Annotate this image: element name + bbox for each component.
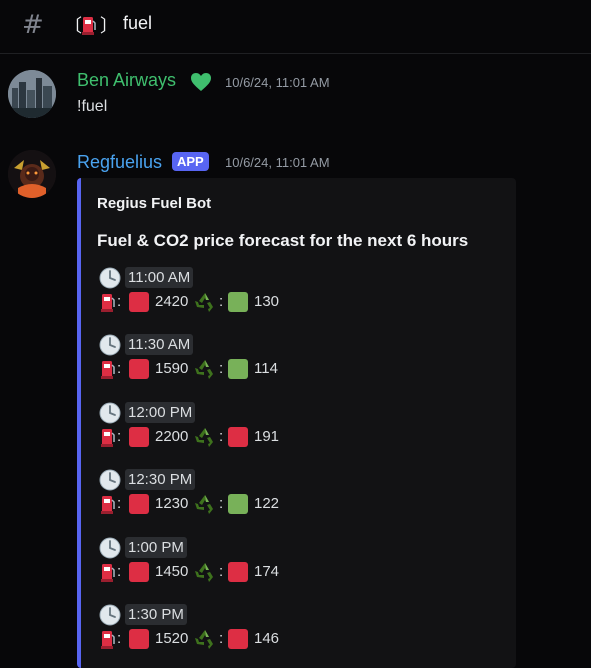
recycle-icon xyxy=(195,630,213,649)
co2-price: 146 xyxy=(254,630,280,647)
recycle-icon xyxy=(195,563,213,582)
clock-icon xyxy=(99,604,121,626)
bot-embed: Regius Fuel Bot Fuel & CO2 price forecas… xyxy=(77,178,516,668)
embed-title: Fuel & CO2 price forecast for the next 6… xyxy=(97,231,469,250)
colon-label: : xyxy=(117,293,122,310)
fuel-pump-icon xyxy=(101,564,115,582)
fuel-status-square xyxy=(129,292,149,312)
co2-price: 174 xyxy=(254,563,280,580)
timestamp-pill[interactable]: 11:30 AM xyxy=(125,334,194,355)
username[interactable]: Regfuelius xyxy=(77,152,162,173)
avatar[interactable] xyxy=(8,70,56,118)
timestamp-pill[interactable]: 1:00 PM xyxy=(125,537,187,558)
recycle-icon xyxy=(195,428,213,447)
colon-label: : xyxy=(219,428,224,445)
price-row: : 1450 : 174 xyxy=(97,561,497,583)
forecast-slot: 1:30 PM : 1520 : 146 xyxy=(97,604,497,650)
fuel-status-square xyxy=(129,629,149,649)
timestamp-pill[interactable]: 12:30 PM xyxy=(125,469,196,490)
co2-price: 122 xyxy=(254,495,280,512)
forecast-slot: 11:30 AM : 1590 : 114 xyxy=(97,334,497,380)
forecast-slot: 11:00 AM : 2420 : 130 xyxy=(97,267,497,313)
co2-status-square xyxy=(228,359,248,379)
fuel-price: 1520 xyxy=(155,630,189,647)
fuel-pump-icon xyxy=(101,496,115,514)
colon-label: : xyxy=(117,495,122,512)
colon-label: : xyxy=(219,563,224,580)
channel-bracket-close: 〕 xyxy=(100,16,118,36)
fuel-price: 1230 xyxy=(155,495,189,512)
price-row: : 2420 : 130 xyxy=(97,291,497,313)
timestamp-pill[interactable]: 12:00 PM xyxy=(125,402,196,423)
app-badge: APP xyxy=(172,152,209,171)
colon-label: : xyxy=(219,630,224,647)
clock-icon xyxy=(99,334,121,356)
colon-label: : xyxy=(117,630,122,647)
colon-label: : xyxy=(219,495,224,512)
clock-icon xyxy=(99,469,121,491)
hash-icon: # xyxy=(22,10,44,40)
fuel-status-square xyxy=(129,562,149,582)
timestamp-pill[interactable]: 1:30 PM xyxy=(125,604,187,625)
fuel-pump-icon xyxy=(101,631,115,649)
colon-label: : xyxy=(117,428,122,445)
co2-status-square xyxy=(228,562,248,582)
username[interactable]: Ben Airways xyxy=(77,70,176,91)
recycle-icon xyxy=(195,293,213,312)
clock-icon xyxy=(99,267,121,289)
colon-label: : xyxy=(117,360,122,377)
fuel-price: 2200 xyxy=(155,428,189,445)
recycle-icon xyxy=(195,495,213,514)
colon-label: : xyxy=(219,360,224,377)
channel-header: # 〔 〕 fuel xyxy=(0,0,591,54)
message-text: !fuel xyxy=(77,98,108,115)
avatar-image xyxy=(8,150,56,198)
fuel-pump-icon xyxy=(82,17,96,35)
price-row: : 1230 : 122 xyxy=(97,493,497,515)
fuel-pump-icon xyxy=(101,361,115,379)
green-heart-icon xyxy=(191,73,211,91)
price-row: : 1520 : 146 xyxy=(97,628,497,650)
clock-icon xyxy=(99,402,121,424)
co2-price: 191 xyxy=(254,428,280,445)
forecast-slot: 1:00 PM : 1450 : 174 xyxy=(97,537,497,583)
co2-price: 130 xyxy=(254,293,280,310)
message-timestamp[interactable]: 10/6/24, 11:01 AM xyxy=(225,75,330,90)
price-row: : 2200 : 191 xyxy=(97,426,497,448)
co2-price: 114 xyxy=(254,360,278,377)
co2-status-square xyxy=(228,292,248,312)
message-timestamp[interactable]: 10/6/24, 11:01 AM xyxy=(225,155,330,170)
co2-status-square xyxy=(228,427,248,447)
fuel-status-square xyxy=(129,494,149,514)
co2-status-square xyxy=(228,494,248,514)
channel-name: fuel xyxy=(123,13,153,33)
fuel-pump-icon xyxy=(101,429,115,447)
fuel-status-square xyxy=(129,427,149,447)
forecast-slot: 12:00 PM : 2200 : 191 xyxy=(97,402,497,448)
fuel-status-square xyxy=(129,359,149,379)
price-row: : 1590 : 114 xyxy=(97,358,497,380)
fuel-pump-icon xyxy=(101,294,115,312)
timestamp-pill[interactable]: 11:00 AM xyxy=(125,267,194,288)
fuel-price: 1590 xyxy=(155,360,189,377)
forecast-slot: 12:30 PM : 1230 : 122 xyxy=(97,469,497,515)
avatar[interactable] xyxy=(8,150,56,198)
clock-icon xyxy=(99,537,121,559)
colon-label: : xyxy=(117,563,122,580)
fuel-pump-icon: 〔 xyxy=(64,16,82,36)
co2-status-square xyxy=(228,629,248,649)
fuel-price: 2420 xyxy=(155,293,189,310)
embed-author: Regius Fuel Bot xyxy=(97,195,212,212)
fuel-price: 1450 xyxy=(155,563,189,580)
avatar-image xyxy=(8,70,56,118)
colon-label: : xyxy=(219,293,224,310)
recycle-icon xyxy=(195,360,213,379)
